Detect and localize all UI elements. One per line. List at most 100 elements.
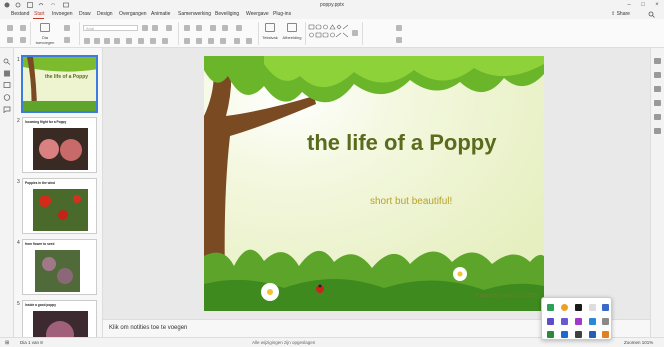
app-icon[interactable] [561, 318, 568, 325]
copy-icon[interactable] [20, 25, 26, 31]
italic-icon[interactable] [94, 38, 100, 44]
app-icon[interactable] [547, 331, 554, 338]
indent-decrease-icon[interactable] [210, 25, 216, 31]
align-objects-icon[interactable] [396, 37, 402, 43]
slide-title[interactable]: the life of a Poppy [307, 130, 496, 156]
columns-icon[interactable] [234, 38, 240, 44]
share-button[interactable]: ⇪ Share [611, 11, 630, 17]
menu-start[interactable]: Start [34, 11, 45, 17]
text-direction-icon[interactable] [246, 38, 252, 44]
slide-thumbnail-2[interactable]: Incoming flight for a Poppy [22, 117, 97, 173]
textbox-icon[interactable] [265, 23, 275, 32]
close-button[interactable]: × [652, 1, 662, 9]
superscript-icon[interactable] [126, 38, 132, 44]
layout-icon[interactable] [64, 25, 70, 31]
arrange-icon[interactable] [396, 25, 402, 31]
align-center-icon[interactable] [196, 38, 202, 44]
thumbnail-title: Incoming flight for a Poppy [25, 120, 67, 124]
thumbnail-number: 1 [17, 57, 20, 63]
app-icon[interactable] [575, 318, 582, 325]
minimize-button[interactable]: – [624, 1, 634, 9]
app-icon[interactable] [561, 304, 568, 311]
indent-increase-icon[interactable] [222, 25, 228, 31]
chart-settings-icon[interactable] [654, 128, 661, 134]
image-label[interactable]: Afbeelding [280, 35, 304, 40]
chat-icon[interactable] [3, 94, 11, 101]
menu-bestand[interactable]: Bestand [11, 11, 29, 17]
shape-settings-icon[interactable] [654, 72, 661, 78]
search-icon[interactable] [3, 58, 11, 65]
app-icon[interactable] [589, 331, 596, 338]
thumbnail-number: 3 [17, 179, 20, 185]
shapes-gallery[interactable] [308, 24, 353, 46]
menu-draw[interactable]: Draw [79, 11, 91, 17]
text-case-icon[interactable] [166, 25, 172, 31]
align-right-icon[interactable] [208, 38, 214, 44]
line-spacing-icon[interactable] [236, 25, 242, 31]
slide-caption: Created by Tom & Co. 2015 [476, 293, 538, 299]
slide-thumbnail-1[interactable]: the life of a Poppy [22, 56, 97, 112]
app-icon[interactable] [602, 318, 609, 325]
menu-overgangen[interactable]: Overgangen [119, 11, 147, 17]
slide-counter: Dia 1 van 8 [20, 340, 43, 345]
clear-format-icon[interactable] [162, 38, 168, 44]
cut-icon[interactable] [7, 25, 13, 31]
add-slide-label[interactable]: Dia toevoegen [33, 35, 57, 45]
left-tool-strip [0, 48, 14, 337]
add-slide-icon[interactable] [40, 23, 50, 32]
menu-invoegen[interactable]: Invoegen [52, 11, 73, 17]
menu-plugins[interactable]: Plug-ins [273, 11, 291, 17]
slides-panel-icon[interactable] [3, 70, 11, 77]
comments-icon[interactable] [3, 82, 11, 89]
slide-canvas[interactable]: the life of a Poppy short but beautiful!… [204, 56, 544, 311]
paste-icon[interactable] [7, 37, 13, 43]
app-icon[interactable] [575, 304, 582, 311]
table-settings-icon[interactable] [654, 100, 661, 106]
app-icon[interactable] [602, 304, 609, 311]
app-icon[interactable] [602, 331, 609, 338]
underline-icon[interactable] [104, 38, 110, 44]
spellcheck-icon[interactable]: ⊞ [5, 340, 9, 346]
image-icon[interactable] [287, 23, 297, 32]
format-painter-icon[interactable] [20, 37, 26, 43]
slide-thumbnail-3[interactable]: Poppies in the wind [22, 178, 97, 234]
thumbnail-title: from flower to seed [25, 242, 55, 246]
slide-thumbnails-panel: 1 the life of a Poppy 2 Incoming flight … [14, 48, 103, 337]
text-settings-icon[interactable] [654, 86, 661, 92]
font-color-icon[interactable] [150, 38, 156, 44]
app-icon[interactable] [589, 318, 596, 325]
bold-icon[interactable] [84, 38, 90, 44]
slide-thumbnail-5[interactable]: Inside a good poppy [22, 300, 97, 337]
menu-design[interactable]: Design [97, 11, 113, 17]
menu-beveiliging[interactable]: Beveiliging [215, 11, 239, 17]
app-icon[interactable] [575, 331, 582, 338]
app-icon[interactable] [547, 318, 554, 325]
slide-subtitle[interactable]: short but beautiful! [370, 196, 452, 207]
menu-samenwerking[interactable]: Samenwerking [178, 11, 211, 17]
thumbnail-image [33, 189, 88, 231]
app-icon[interactable] [589, 304, 596, 311]
app-icon[interactable] [561, 331, 568, 338]
align-left-icon[interactable] [184, 38, 190, 44]
reset-icon[interactable] [64, 37, 70, 43]
font-size-up-icon[interactable] [142, 25, 148, 31]
thumbnail-number: 4 [17, 240, 20, 246]
app-icon[interactable] [547, 304, 554, 311]
numbering-icon[interactable] [196, 25, 202, 31]
menu-animatie[interactable]: Animatie [151, 11, 170, 17]
maximize-button[interactable]: □ [638, 1, 648, 9]
menu-weergave[interactable]: Weergave [246, 11, 269, 17]
textbox-label[interactable]: Tekstvak [260, 35, 280, 40]
image-settings-icon[interactable] [654, 114, 661, 120]
slide-settings-icon[interactable] [654, 58, 661, 64]
justify-icon[interactable] [220, 38, 226, 44]
highlight-icon[interactable] [138, 38, 144, 44]
slide-thumbnail-4[interactable]: from flower to seed [22, 239, 97, 295]
strikethrough-icon[interactable] [114, 38, 120, 44]
feedback-icon[interactable] [3, 106, 11, 114]
font-size-down-icon[interactable] [152, 25, 158, 31]
shapes-more-icon[interactable] [352, 30, 358, 36]
font-name-select[interactable]: Arial [83, 25, 138, 31]
zoom-level[interactable]: Zoomen 101% [624, 340, 653, 345]
bullets-icon[interactable] [184, 25, 190, 31]
